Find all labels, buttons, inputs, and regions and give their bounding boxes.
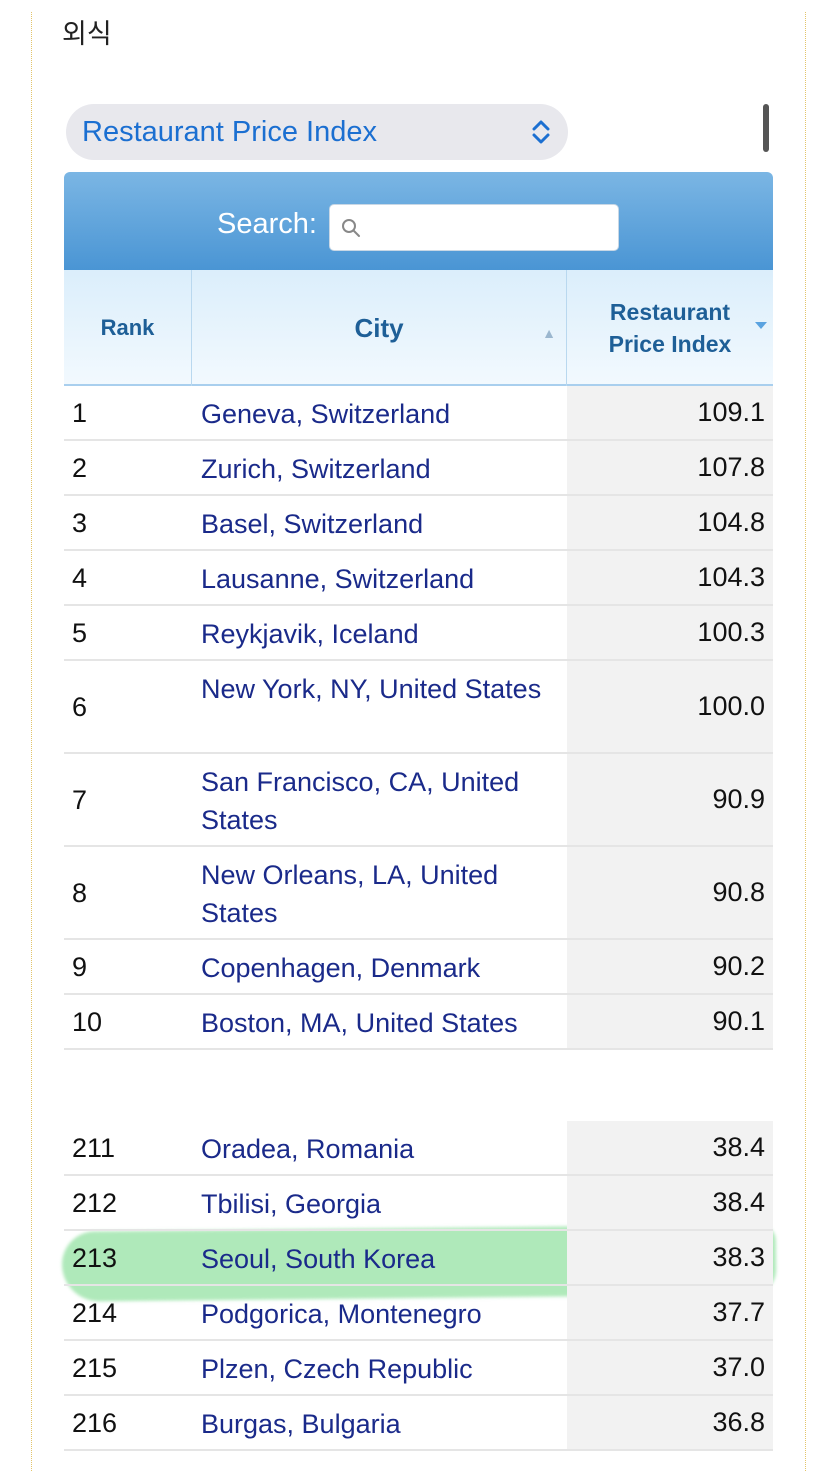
cell-rank: 8: [72, 878, 88, 908]
cell-city-link[interactable]: New Orleans, LA, United States: [201, 856, 571, 932]
cell-city-link[interactable]: Tbilisi, Georgia: [201, 1185, 571, 1223]
cell-rank: 211: [72, 1133, 116, 1163]
column-header-index[interactable]: Restaurant Price Index: [567, 270, 773, 386]
cell-city-link[interactable]: Burgas, Bulgaria: [201, 1405, 571, 1443]
sort-descending-icon: [755, 322, 767, 329]
cell-rank: 215: [72, 1353, 118, 1383]
cell-rank: 2: [72, 453, 88, 483]
cell-city-link[interactable]: Lausanne, Switzerland: [201, 560, 571, 598]
page-border-left: [31, 12, 32, 1471]
cell-city-link[interactable]: Seoul, South Korea: [201, 1240, 571, 1278]
cell-city-link[interactable]: New York, NY, United States: [201, 670, 571, 708]
cell-index: 109.1: [567, 386, 773, 439]
table-row: 214 Podgorica, Montenegro 37.7: [64, 1286, 773, 1341]
cell-index: 90.8: [567, 847, 773, 938]
cell-rank: 213: [72, 1243, 118, 1273]
table-row: 2 Zurich, Switzerland 107.8: [64, 441, 773, 496]
cell-index: 38.3: [567, 1231, 773, 1284]
cell-rank: 216: [72, 1408, 118, 1438]
cell-rank: 6: [72, 692, 88, 722]
cell-index: 100.3: [567, 606, 773, 659]
column-header-index-label: Restaurant Price Index: [608, 299, 732, 357]
cell-index: 37.7: [567, 1286, 773, 1339]
cell-index: 38.4: [567, 1121, 773, 1174]
table-row: 215 Plzen, Czech Republic 37.0: [64, 1341, 773, 1396]
cell-rank: 212: [72, 1188, 118, 1218]
section-title: 외식: [62, 19, 112, 50]
table-row: 216 Burgas, Bulgaria 36.8: [64, 1396, 773, 1451]
cell-city-link[interactable]: Boston, MA, United States: [201, 1004, 571, 1042]
cell-index: 90.2: [567, 940, 773, 993]
column-header-rank-label: Rank: [100, 315, 155, 340]
cell-index: 104.3: [567, 551, 773, 604]
cell-city-link[interactable]: Reykjavik, Iceland: [201, 615, 571, 653]
cell-index: 107.8: [567, 441, 773, 494]
table-header: Rank City ▲ Restaurant Price Index: [64, 270, 773, 386]
table-row: 7 San Francisco, CA, United States 90.9: [64, 754, 773, 847]
cell-index: 100.0: [567, 661, 773, 752]
cell-city-link[interactable]: Basel, Switzerland: [201, 505, 571, 543]
cell-index: 104.8: [567, 496, 773, 549]
table-row: 4 Lausanne, Switzerland 104.3: [64, 551, 773, 606]
table-row: 6 New York, NY, United States 100.0: [64, 661, 773, 754]
cell-rank: 3: [72, 508, 88, 538]
table-row: 3 Basel, Switzerland 104.8: [64, 496, 773, 551]
cell-rank: 214: [72, 1298, 118, 1328]
table-row: 1 Geneva, Switzerland 109.1: [64, 386, 773, 441]
table-row: 5 Reykjavik, Iceland 100.3: [64, 606, 773, 661]
cell-rank: 9: [72, 952, 88, 982]
search-icon: [340, 217, 362, 239]
table-row: 212 Tbilisi, Georgia 38.4: [64, 1176, 773, 1231]
cell-rank: 4: [72, 563, 88, 593]
column-header-city[interactable]: City ▲: [192, 270, 567, 386]
index-type-select-label: Restaurant Price Index: [82, 115, 377, 148]
cell-index: 90.9: [567, 754, 773, 845]
table-row: 9 Copenhagen, Denmark 90.2: [64, 940, 773, 995]
cell-city-link[interactable]: Zurich, Switzerland: [201, 450, 571, 488]
page-border-right: [805, 12, 806, 1471]
up-down-chevron-icon: [530, 118, 552, 146]
table-row: 8 New Orleans, LA, United States 90.8: [64, 847, 773, 940]
cell-index: 36.8: [567, 1396, 773, 1449]
column-header-city-label: City: [354, 312, 404, 343]
column-header-rank[interactable]: Rank: [64, 270, 192, 386]
index-type-select[interactable]: Restaurant Price Index: [66, 104, 568, 160]
search-input[interactable]: [366, 209, 612, 247]
scrollbar-thumb[interactable]: [763, 104, 769, 152]
sort-ascending-icon: ▲: [542, 325, 556, 341]
cell-city-link[interactable]: Podgorica, Montenegro: [201, 1295, 571, 1333]
cell-index: 90.1: [567, 995, 773, 1048]
cell-rank: 5: [72, 618, 88, 648]
cell-rank: 10: [72, 1007, 103, 1037]
search-label: Search:: [217, 208, 317, 240]
cell-index: 38.4: [567, 1176, 773, 1229]
cell-city-link[interactable]: San Francisco, CA, United States: [201, 763, 571, 839]
cell-city-link[interactable]: Plzen, Czech Republic: [201, 1350, 571, 1388]
cell-rank: 7: [72, 785, 88, 815]
table-row: 10 Boston, MA, United States 90.1: [64, 995, 773, 1050]
cell-rank: 1: [72, 398, 88, 428]
cell-city-link[interactable]: Geneva, Switzerland: [201, 395, 571, 433]
cell-index: 37.0: [567, 1341, 773, 1394]
search-input-box[interactable]: [329, 204, 619, 251]
table-row: 211 Oradea, Romania 38.4: [64, 1121, 773, 1176]
table-search-bar: Search:: [64, 172, 773, 270]
table-row: 213 Seoul, South Korea 38.3: [64, 1231, 773, 1286]
cell-city-link[interactable]: Oradea, Romania: [201, 1130, 571, 1168]
cell-city-link[interactable]: Copenhagen, Denmark: [201, 949, 571, 987]
